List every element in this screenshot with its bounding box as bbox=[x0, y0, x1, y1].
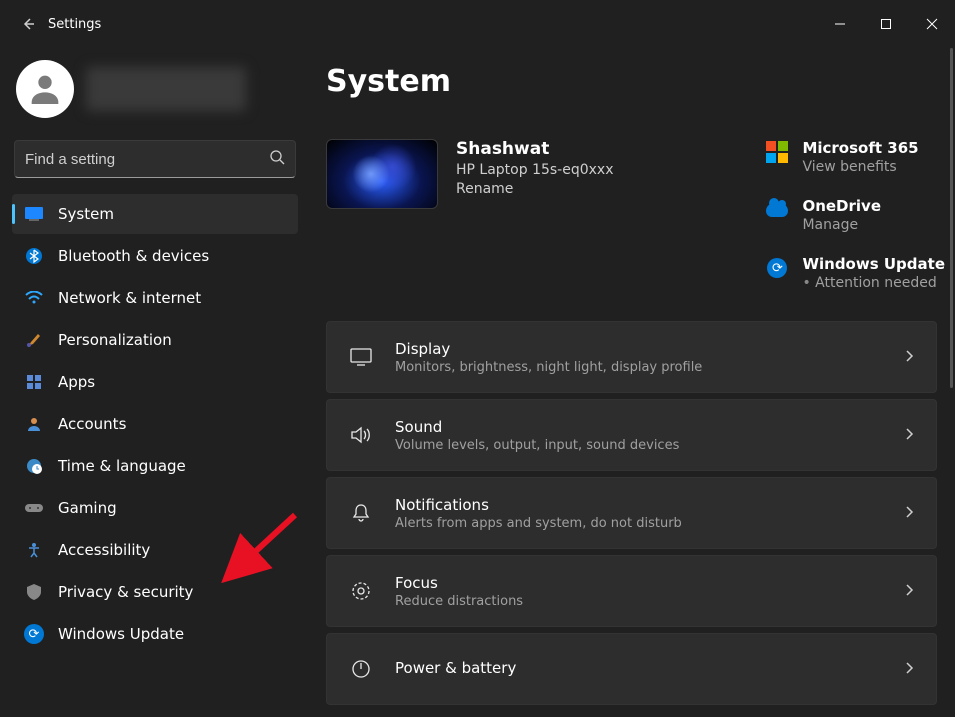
device-model: HP Laptop 15s-eq0xxx bbox=[456, 162, 614, 178]
nav-bluetooth[interactable]: Bluetooth & devices bbox=[12, 236, 298, 276]
power-icon bbox=[349, 659, 373, 679]
nav-label: System bbox=[58, 205, 114, 223]
card-focus[interactable]: Focus Reduce distractions bbox=[326, 555, 937, 627]
nav-label: Time & language bbox=[58, 457, 186, 475]
card-title: Power & battery bbox=[395, 659, 882, 677]
nav-system[interactable]: System bbox=[12, 194, 298, 234]
card-subtitle: Monitors, brightness, night light, displ… bbox=[395, 360, 882, 375]
nav-label: Accounts bbox=[58, 415, 126, 433]
promo-subtitle: Manage bbox=[802, 217, 881, 233]
close-icon bbox=[926, 18, 938, 30]
nav-network[interactable]: Network & internet bbox=[12, 278, 298, 318]
nav-gaming[interactable]: Gaming bbox=[12, 488, 298, 528]
nav-label: Personalization bbox=[58, 331, 172, 349]
bluetooth-icon bbox=[24, 246, 44, 266]
search-box[interactable] bbox=[14, 140, 296, 178]
nav-label: Network & internet bbox=[58, 289, 201, 307]
wifi-icon bbox=[24, 288, 44, 308]
card-sound[interactable]: Sound Volume levels, output, input, soun… bbox=[326, 399, 937, 471]
person-icon bbox=[25, 69, 65, 109]
card-title: Focus bbox=[395, 574, 882, 592]
card-title: Display bbox=[395, 340, 882, 358]
system-icon bbox=[24, 204, 44, 224]
nav-label: Apps bbox=[58, 373, 95, 391]
minimize-button[interactable] bbox=[817, 8, 863, 40]
promo-column: Microsoft 365 View benefits OneDrive Man… bbox=[766, 139, 945, 291]
focus-icon bbox=[349, 581, 373, 601]
window-controls bbox=[817, 8, 955, 40]
nav-accounts[interactable]: Accounts bbox=[12, 404, 298, 444]
windows-update-icon: ⟳ bbox=[766, 257, 788, 279]
avatar bbox=[16, 60, 74, 118]
device-block[interactable]: Shashwat HP Laptop 15s-eq0xxx Rename bbox=[326, 139, 614, 291]
scrollbar[interactable] bbox=[950, 48, 953, 388]
search-icon bbox=[269, 149, 285, 169]
card-title: Notifications bbox=[395, 496, 882, 514]
promo-title: OneDrive bbox=[802, 197, 881, 215]
nav-privacy-security[interactable]: Privacy & security bbox=[12, 572, 298, 612]
close-button[interactable] bbox=[909, 8, 955, 40]
gamepad-icon bbox=[24, 498, 44, 518]
card-power-battery[interactable]: Power & battery bbox=[326, 633, 937, 705]
card-notifications[interactable]: Notifications Alerts from apps and syste… bbox=[326, 477, 937, 549]
update-icon: ⟳ bbox=[24, 624, 44, 644]
main-content: System Shashwat HP Laptop 15s-eq0xxx Ren… bbox=[310, 48, 955, 717]
card-subtitle: Volume levels, output, input, sound devi… bbox=[395, 438, 882, 453]
settings-card-list: Display Monitors, brightness, night ligh… bbox=[326, 321, 955, 705]
back-button[interactable] bbox=[8, 16, 48, 32]
nav-label: Windows Update bbox=[58, 625, 184, 643]
promo-title: Windows Update bbox=[802, 255, 945, 273]
card-title: Sound bbox=[395, 418, 882, 436]
chevron-right-icon bbox=[904, 660, 914, 679]
maximize-icon bbox=[880, 18, 892, 30]
promo-subtitle: Attention needed bbox=[802, 275, 945, 291]
profile-section[interactable] bbox=[12, 56, 298, 136]
display-icon bbox=[349, 348, 373, 366]
promo-m365[interactable]: Microsoft 365 View benefits bbox=[766, 139, 945, 175]
title-bar: Settings bbox=[0, 0, 955, 48]
card-subtitle: Alerts from apps and system, do not dist… bbox=[395, 516, 882, 531]
nav-windows-update[interactable]: ⟳ Windows Update bbox=[12, 614, 298, 654]
chevron-right-icon bbox=[904, 348, 914, 367]
minimize-icon bbox=[834, 18, 846, 30]
back-arrow-icon bbox=[20, 16, 36, 32]
promo-subtitle: View benefits bbox=[802, 159, 918, 175]
paintbrush-icon bbox=[24, 330, 44, 350]
accessibility-icon bbox=[24, 540, 44, 560]
nav-label: Privacy & security bbox=[58, 583, 193, 601]
nav-label: Gaming bbox=[58, 499, 117, 517]
bell-icon bbox=[349, 503, 373, 523]
apps-icon bbox=[24, 372, 44, 392]
window-title: Settings bbox=[48, 17, 101, 32]
device-name: Shashwat bbox=[456, 139, 614, 159]
person-icon bbox=[24, 414, 44, 434]
chevron-right-icon bbox=[904, 426, 914, 445]
sound-icon bbox=[349, 426, 373, 444]
nav-apps[interactable]: Apps bbox=[12, 362, 298, 402]
onedrive-icon bbox=[766, 199, 788, 221]
nav-label: Bluetooth & devices bbox=[58, 247, 209, 265]
nav-label: Accessibility bbox=[58, 541, 150, 559]
device-image bbox=[326, 139, 438, 209]
page-heading: System bbox=[326, 64, 955, 99]
shield-icon bbox=[24, 582, 44, 602]
clock-globe-icon bbox=[24, 456, 44, 476]
nav-list: System Bluetooth & devices Network & int… bbox=[12, 194, 298, 654]
maximize-button[interactable] bbox=[863, 8, 909, 40]
profile-name-redacted bbox=[86, 67, 246, 111]
sidebar: System Bluetooth & devices Network & int… bbox=[0, 48, 310, 717]
microsoft-365-icon bbox=[766, 141, 788, 163]
nav-accessibility[interactable]: Accessibility bbox=[12, 530, 298, 570]
search-input[interactable] bbox=[25, 151, 269, 168]
promo-onedrive[interactable]: OneDrive Manage bbox=[766, 197, 945, 233]
device-rename-link[interactable]: Rename bbox=[456, 181, 614, 197]
card-subtitle: Reduce distractions bbox=[395, 594, 882, 609]
promo-windows-update[interactable]: ⟳ Windows Update Attention needed bbox=[766, 255, 945, 291]
card-display[interactable]: Display Monitors, brightness, night ligh… bbox=[326, 321, 937, 393]
nav-personalization[interactable]: Personalization bbox=[12, 320, 298, 360]
chevron-right-icon bbox=[904, 504, 914, 523]
nav-time-language[interactable]: Time & language bbox=[12, 446, 298, 486]
chevron-right-icon bbox=[904, 582, 914, 601]
promo-title: Microsoft 365 bbox=[802, 139, 918, 157]
